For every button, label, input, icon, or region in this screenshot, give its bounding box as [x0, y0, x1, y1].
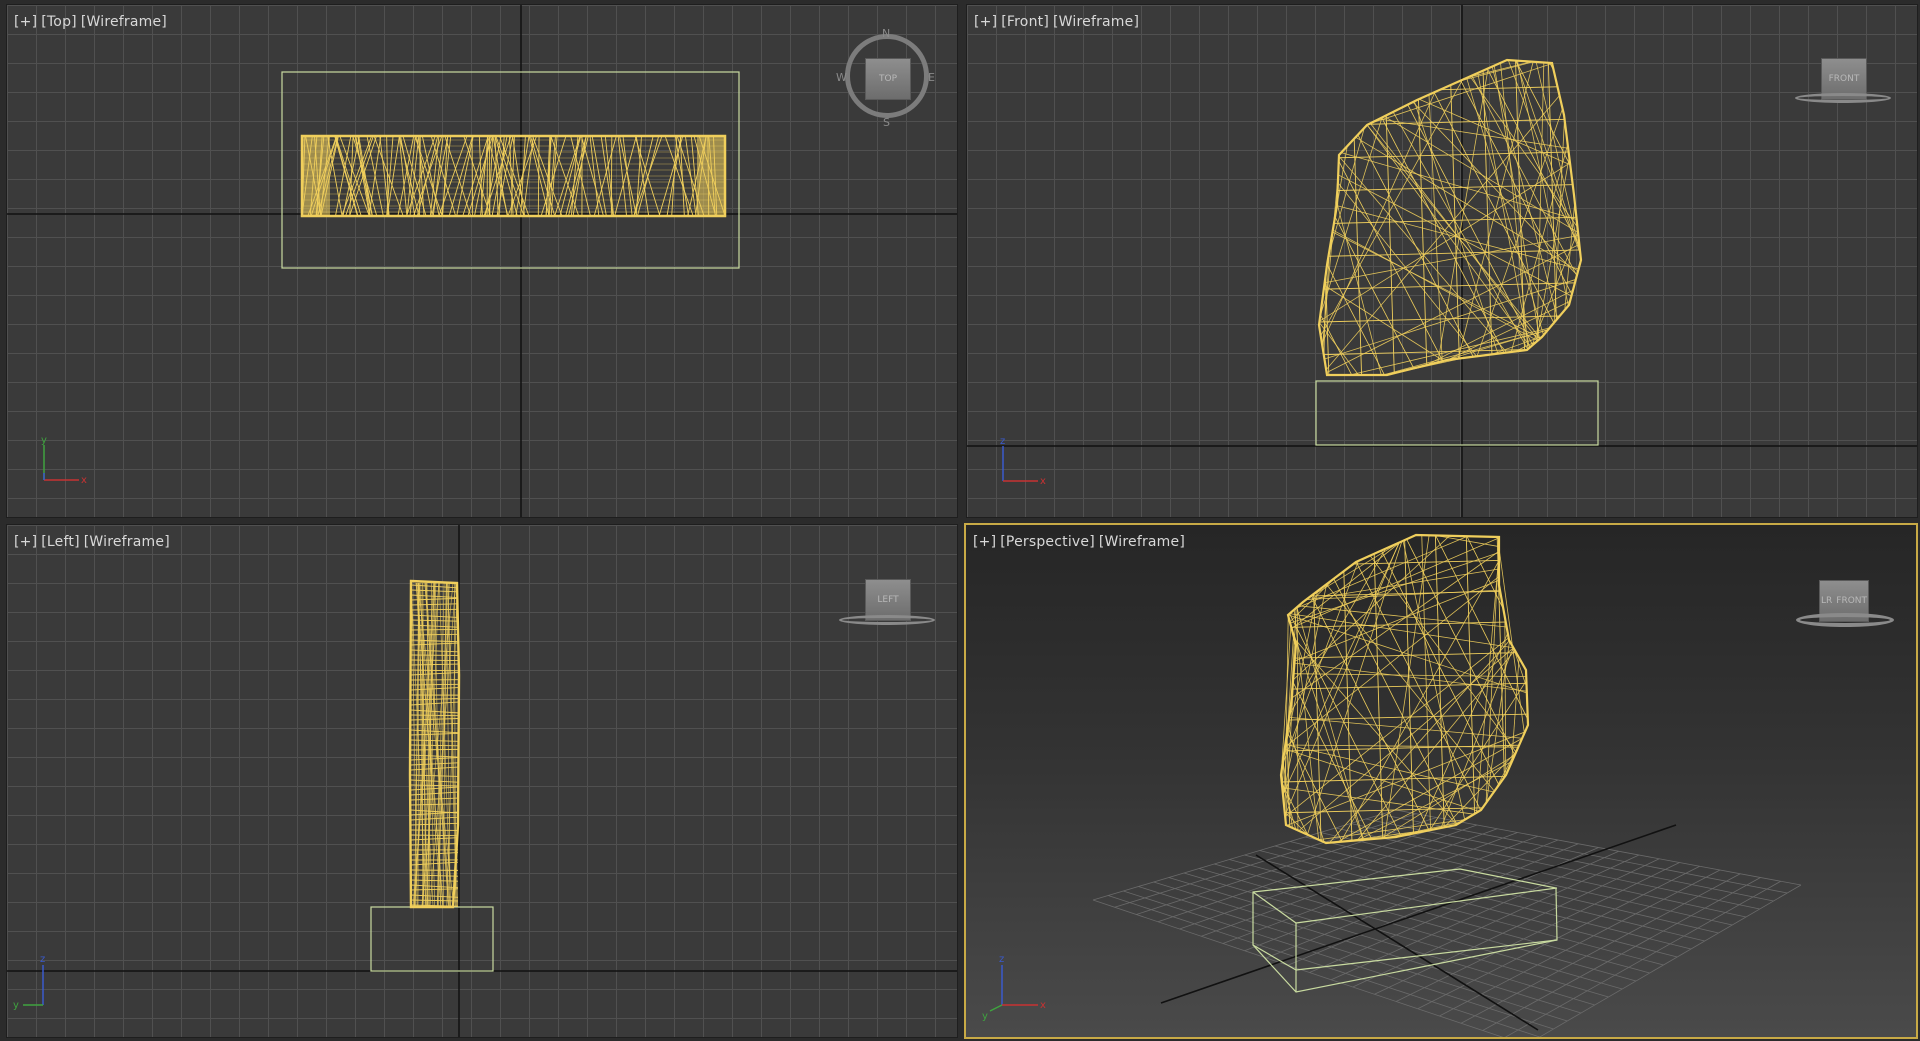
left-scene: z y [7, 525, 957, 1037]
axis-tripod [1002, 446, 1038, 482]
viewport-menu-button[interactable]: [+] [974, 14, 997, 30]
compass-s: S [883, 116, 890, 129]
viewcube-side-label: LR [1820, 596, 1833, 606]
front-scene: z x [967, 5, 1917, 517]
compass-w: W [836, 71, 847, 84]
shading-menu[interactable]: [Wireframe] [1099, 534, 1185, 550]
axis-z-label: z [999, 954, 1004, 965]
viewport-front-label[interactable]: [+] [Front] [Wireframe] [974, 14, 1143, 30]
axis-y-label: y [982, 1011, 988, 1022]
ground-grid [1092, 809, 1802, 1037]
base-bounding-box [370, 906, 494, 972]
top-scene: y x [7, 5, 957, 517]
axis-x-label: x [1040, 476, 1046, 487]
viewport-top-label[interactable]: [+] [Top] [Wireframe] [14, 14, 171, 30]
viewcube-front-label: FRONT [1836, 596, 1868, 606]
viewport-left[interactable]: z y [+] [Left] [Wireframe] LEFT [6, 524, 958, 1038]
compass-n: N [882, 27, 891, 40]
viewport-layout: y x [+] [Top] [Wireframe] TOP N E S W z x … [0, 0, 1920, 1041]
viewcube-top[interactable]: TOP [865, 58, 911, 100]
shading-menu[interactable]: [Wireframe] [84, 534, 170, 550]
axis-tripod [43, 445, 79, 481]
stone-wireframe-perspective [1279, 533, 1530, 845]
viewport-left-label[interactable]: [+] [Left] [Wireframe] [14, 534, 174, 550]
axis-z-label: z [1000, 436, 1005, 447]
viewcube-ellipse [1796, 613, 1894, 627]
viewport-front[interactable]: z x [+] [Front] [Wireframe] FRONT [966, 4, 1918, 518]
stone-wireframe-left [408, 579, 461, 909]
base-bounding-box [1315, 380, 1599, 446]
axis-x-label: x [1040, 1000, 1046, 1011]
view-type-menu[interactable]: [Top] [41, 14, 77, 30]
axis-tripod [989, 965, 1038, 1012]
stone-wireframe-front [1317, 58, 1583, 377]
view-type-menu[interactable]: [Front] [1001, 14, 1049, 30]
viewcube-ellipse [1795, 93, 1891, 103]
stone-wireframe-top [300, 134, 727, 218]
perspective-scene: z x y [982, 533, 1802, 1037]
viewport-menu-button[interactable]: [+] [14, 14, 37, 30]
shading-menu[interactable]: [Wireframe] [1053, 14, 1139, 30]
viewport-top[interactable]: y x [+] [Top] [Wireframe] TOP N E S W [6, 4, 958, 518]
viewcube-ellipse [839, 615, 935, 625]
viewport-menu-button[interactable]: [+] [973, 534, 996, 550]
axis-y-label: y [41, 435, 47, 446]
view-type-menu[interactable]: [Perspective] [1000, 534, 1095, 550]
view-type-menu[interactable]: [Left] [41, 534, 79, 550]
viewport-perspective-label[interactable]: [+] [Perspective] [Wireframe] [973, 534, 1189, 550]
shading-menu[interactable]: [Wireframe] [81, 14, 167, 30]
axis-z-label: z [40, 954, 45, 965]
compass-e: E [928, 71, 935, 84]
viewport-perspective[interactable]: z x y [+] [Perspective] [Wireframe] LR FRON… [964, 523, 1918, 1039]
viewport-menu-button[interactable]: [+] [14, 534, 37, 550]
axis-x-label: x [81, 475, 87, 486]
axis-y-label: y [13, 1000, 19, 1011]
